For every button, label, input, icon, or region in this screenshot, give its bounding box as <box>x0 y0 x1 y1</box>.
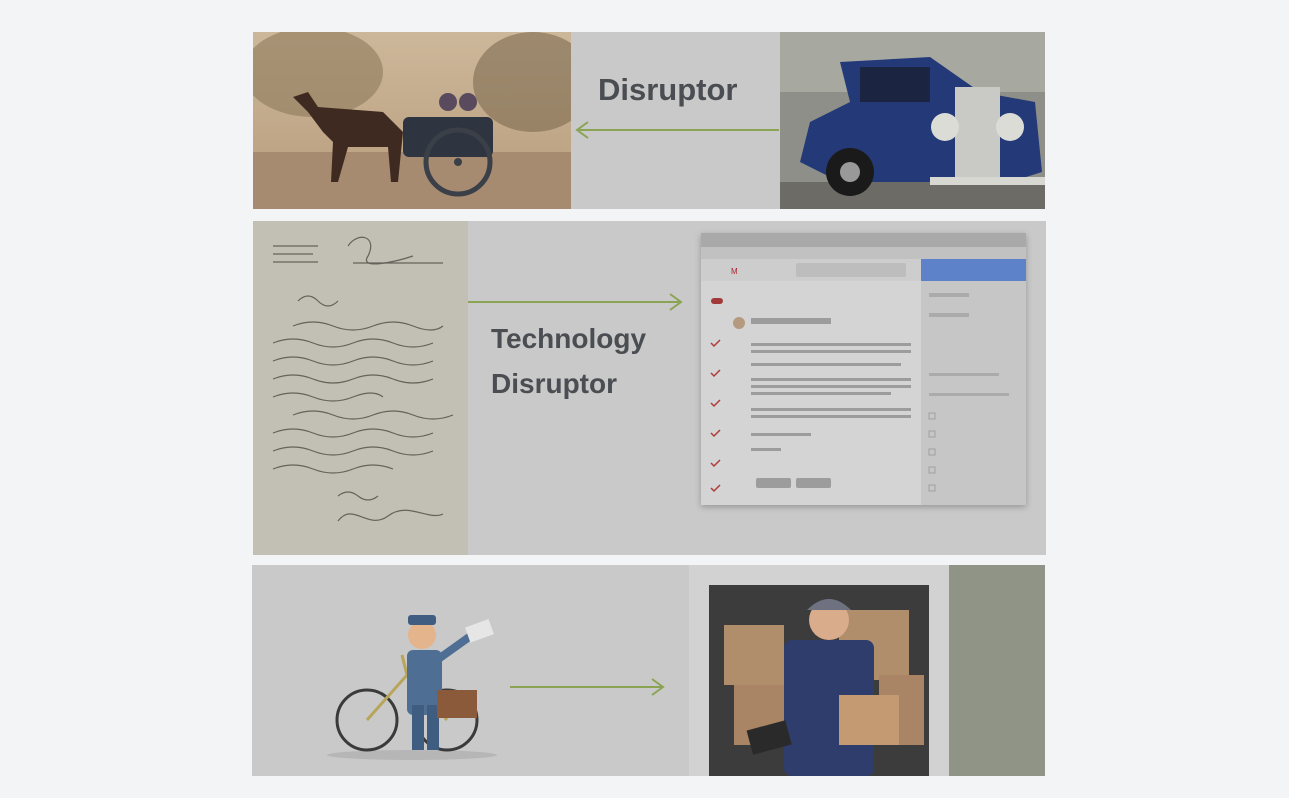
panel-carriage-to-car: Disruptor <box>253 32 1045 209</box>
delivery-man-image <box>689 565 1045 776</box>
email-client-image: M <box>701 233 1026 505</box>
caption-line-1: Technology <box>491 323 647 354</box>
caption-technology-disruptor: Technology Disruptor <box>491 316 646 406</box>
caption-disruptor: Disruptor <box>598 72 738 107</box>
horse-carriage-image <box>253 32 571 209</box>
arrow-right-icon <box>510 678 665 696</box>
panel-letter-to-email: Technology Disruptor M <box>253 221 1046 555</box>
arrow-left-icon <box>575 121 779 139</box>
caption-line-2: Disruptor <box>491 368 617 399</box>
arrow-right-icon <box>468 293 683 311</box>
postman-bicycle-image <box>312 595 512 776</box>
handwritten-letter-image <box>253 221 468 555</box>
vintage-car-image <box>780 32 1045 209</box>
svg-text:M: M <box>731 267 738 276</box>
panel-postman-to-courier <box>252 565 1045 776</box>
